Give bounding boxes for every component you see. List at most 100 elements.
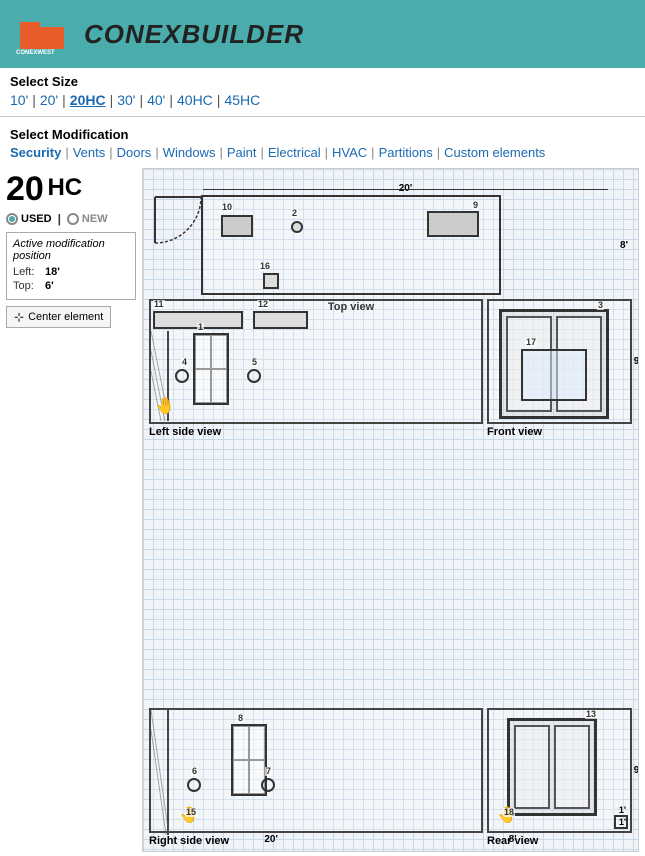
left-label: Left: xyxy=(13,266,41,278)
mod-pos-box: Active modification position Left: 18' T… xyxy=(6,232,136,300)
door-arc-topleft xyxy=(153,195,205,247)
condition-new[interactable]: NEW xyxy=(67,213,108,225)
element-4[interactable] xyxy=(175,369,189,383)
left-side-view-rect: 11 12 1 xyxy=(149,299,483,424)
element-2[interactable] xyxy=(291,221,303,233)
element-5[interactable] xyxy=(247,369,261,383)
logo-box: CONEXWEST WE BUILD IT BETTER xyxy=(12,12,72,57)
element-12[interactable] xyxy=(253,311,308,329)
front-view-section: 9.5' 3 17 Front view xyxy=(487,299,632,438)
elem-num-11: 11 xyxy=(153,300,165,309)
mid-views-row: 11 12 1 xyxy=(149,299,632,438)
svg-text:WE BUILD IT BETTER: WE BUILD IT BETTER xyxy=(14,56,55,57)
size-20hc[interactable]: 20HC xyxy=(70,92,106,108)
mod-options-row: Security | Vents | Doors | Windows | Pai… xyxy=(10,145,635,160)
mod-hvac[interactable]: HVAC xyxy=(332,145,367,160)
conexwest-logo-icon: CONEXWEST WE BUILD IT BETTER xyxy=(12,12,72,57)
mod-paint[interactable]: Paint xyxy=(227,145,257,160)
size-20ft[interactable]: 20' xyxy=(40,92,58,108)
element-17[interactable] xyxy=(521,349,587,401)
bottom-dim-right: 8' xyxy=(509,834,517,845)
mod-security[interactable]: Security xyxy=(10,145,61,160)
element-7[interactable] xyxy=(261,778,275,792)
mod-pos-title: Active modification position xyxy=(13,238,129,262)
condition-row: USED | NEW xyxy=(6,212,136,226)
left-panel: 20 HC USED | NEW Active modification pos… xyxy=(6,168,136,852)
elem-num-7: 7 xyxy=(265,767,272,776)
mod-windows[interactable]: Windows xyxy=(163,145,216,160)
bottom-dims-row: 20' 8' xyxy=(149,834,632,845)
elem-num-2: 2 xyxy=(291,209,298,218)
main-area: 20 HC USED | NEW Active modification pos… xyxy=(0,164,645,856)
container-size-unit: HC xyxy=(47,176,82,200)
left-val: 18' xyxy=(45,266,60,278)
radio-new-dot xyxy=(67,213,79,225)
left-side-view-section: 11 12 1 xyxy=(149,299,483,438)
size-10ft[interactable]: 10' xyxy=(10,92,28,108)
elem-num-4: 4 xyxy=(181,358,188,367)
mod-partitions[interactable]: Partitions xyxy=(379,145,433,160)
elem-num-10: 10 xyxy=(221,203,233,212)
center-btn-label: Center element xyxy=(28,311,103,323)
right-side-view-section: 8 6 7 🤚 15 Right side view xyxy=(149,708,483,847)
rear-view-rect: 13 🤚 18 1' 1' xyxy=(487,708,632,833)
pos-left-row: Left: 18' xyxy=(13,266,129,278)
top-val: 6' xyxy=(45,280,54,292)
element-14-hand[interactable]: 🤚 xyxy=(155,396,175,416)
radio-used-dot xyxy=(6,213,18,225)
element-9[interactable] xyxy=(427,211,479,237)
size-40hc[interactable]: 40HC xyxy=(177,92,213,108)
blueprint-area: 20' 10 2 9 xyxy=(142,168,639,852)
mod-section: Select Modification Security | Vents | D… xyxy=(0,121,645,164)
divider-1 xyxy=(0,116,645,117)
top-dim-line xyxy=(203,189,608,190)
front-view-rect: 3 17 xyxy=(487,299,632,424)
size-section: Select Size 10' | 20' | 20HC | 30' | 40'… xyxy=(0,68,645,112)
mod-electrical[interactable]: Electrical xyxy=(268,145,321,160)
elem-num-12: 12 xyxy=(257,300,269,309)
container-size-num: 20 xyxy=(6,170,44,208)
top-dim-height: 8' xyxy=(620,195,628,295)
hatch-right-left xyxy=(151,710,169,835)
size-30ft[interactable]: 30' xyxy=(117,92,135,108)
elem-num-5: 5 xyxy=(251,358,258,367)
element-16[interactable] xyxy=(263,273,279,289)
pos-top-row: Top: 6' xyxy=(13,280,129,292)
mod-vents[interactable]: Vents xyxy=(73,145,106,160)
element-6[interactable] xyxy=(187,778,201,792)
right-side-view-rect: 8 6 7 🤚 15 xyxy=(149,708,483,833)
mod-doors[interactable]: Doors xyxy=(117,145,152,160)
left-side-view-label: Left side view xyxy=(149,426,483,438)
element-13[interactable] xyxy=(507,718,597,816)
used-label: USED xyxy=(21,213,52,225)
condition-used[interactable]: USED xyxy=(6,213,52,225)
rear-dim-1ft-v: 1' xyxy=(619,805,626,815)
mod-custom[interactable]: Custom elements xyxy=(444,145,545,160)
center-element-button[interactable]: ⊹ Center element xyxy=(6,306,111,328)
top-label: Top: xyxy=(13,280,41,292)
front-dim-height: 9.5' xyxy=(634,299,639,424)
elem-num-13: 13 xyxy=(585,710,597,719)
rear-view-section: 9.5' 13 🤚 18 1' 1' xyxy=(487,708,632,847)
bottom-dim-left: 20' xyxy=(264,834,278,845)
element-10[interactable] xyxy=(221,215,253,237)
size-options-row: 10' | 20' | 20HC | 30' | 40' | 40HC | 45… xyxy=(10,92,635,108)
rear-corner-sq xyxy=(614,815,628,829)
top-view-rect: 10 2 9 16 xyxy=(201,195,501,295)
move-icon: ⊹ xyxy=(14,310,24,324)
front-view-label: Front view xyxy=(487,426,632,438)
mod-section-label: Select Modification xyxy=(10,127,635,142)
elem-num-18: 18 xyxy=(503,808,515,817)
app-title: CONEXBUILDER xyxy=(84,19,304,50)
size-section-label: Select Size xyxy=(10,74,635,89)
elem-num-16: 16 xyxy=(259,262,271,271)
element-1[interactable] xyxy=(193,333,229,405)
rear-dim-height: 9.5' xyxy=(634,708,639,833)
container-size: 20 HC xyxy=(6,172,136,206)
size-45hc[interactable]: 45HC xyxy=(224,92,260,108)
elem-num-1: 1 xyxy=(197,323,204,332)
elem-num-17: 17 xyxy=(525,338,537,347)
new-label: NEW xyxy=(82,213,108,225)
elem-num-9: 9 xyxy=(472,201,479,210)
size-40ft[interactable]: 40' xyxy=(147,92,165,108)
